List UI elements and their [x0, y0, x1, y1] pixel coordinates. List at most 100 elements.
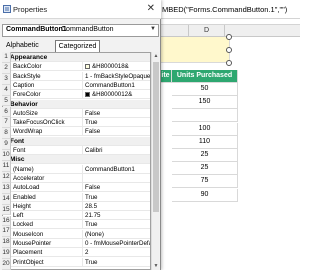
property-row[interactable]: Enabled True — [3, 192, 150, 202]
property-row[interactable]: PrintObject True — [3, 257, 150, 267]
property-grid-scrollbar[interactable]: ▲ ▼ — [151, 52, 159, 270]
property-value[interactable]: 2 — [85, 248, 150, 257]
property-name: Locked — [13, 220, 83, 230]
row-header[interactable]: 15 — [2, 204, 11, 216]
row-header[interactable]: 20 — [2, 259, 11, 270]
property-row[interactable]: AutoSize False — [3, 108, 150, 118]
property-value-text: Calibri — [85, 147, 103, 154]
property-value[interactable]: False — [85, 127, 150, 136]
units-cell[interactable]: 75 — [172, 175, 238, 189]
property-name: Placement — [13, 248, 83, 258]
property-value[interactable]: (None) — [85, 230, 150, 239]
units-cell[interactable]: 110 — [172, 135, 238, 149]
tab-alphabetic[interactable]: Alphabetic — [4, 40, 41, 52]
row-header[interactable]: 18 — [2, 237, 11, 249]
property-value[interactable] — [85, 174, 150, 183]
property-row[interactable]: BackColor &H8000018& — [3, 62, 150, 72]
resize-handle-top-right[interactable] — [226, 34, 232, 40]
header-cell-partial[interactable]: ite — [160, 70, 172, 83]
units-cell[interactable]: 25 — [172, 162, 238, 176]
units-cell[interactable]: 50 — [172, 83, 238, 96]
property-grid: ⊟AppearanceBackColor&H8000018&BackStyle1… — [2, 52, 151, 270]
property-row[interactable]: Height 28.5 — [3, 201, 150, 211]
row-header[interactable]: 6 — [2, 106, 11, 118]
property-value[interactable]: True — [85, 193, 150, 202]
property-row[interactable]: Left 21.75 — [3, 211, 150, 221]
property-row[interactable]: (Name) CommandButton1 — [3, 164, 150, 174]
property-value[interactable]: CommandButton1 — [85, 81, 150, 90]
property-value[interactable]: Calibri — [85, 146, 150, 155]
property-value[interactable]: CommandButton1 — [85, 165, 150, 174]
row-header[interactable]: 1 — [2, 52, 11, 63]
row-header[interactable]: 5 — [2, 95, 11, 107]
row-header[interactable]: 8 — [2, 128, 11, 140]
property-category[interactable]: ⊟Misc — [3, 155, 150, 165]
row-header[interactable]: 4 — [2, 84, 11, 96]
property-row[interactable]: Locked True — [3, 220, 150, 230]
property-row[interactable]: Font Calibri — [3, 146, 150, 155]
property-tabs: Alphabetic Categorized — [0, 38, 161, 52]
column-header-e[interactable] — [224, 25, 300, 37]
row-header[interactable]: 12 — [2, 171, 11, 183]
units-cell[interactable]: 25 — [172, 149, 238, 162]
chevron-down-icon[interactable]: ▼ — [150, 26, 156, 32]
scroll-up-icon[interactable]: ▲ — [152, 52, 160, 60]
property-row[interactable]: BackStyle 1 - fmBackStyleOpaque — [3, 71, 150, 81]
property-name: WordWrap — [13, 127, 83, 137]
property-value[interactable]: 28.5 — [85, 202, 150, 211]
property-row[interactable]: AutoLoad False — [3, 183, 150, 193]
row-header[interactable]: 16 — [2, 215, 11, 227]
property-category[interactable]: ⊟Behavior — [3, 99, 150, 109]
property-value-text: True — [85, 193, 98, 201]
tab-categorized[interactable]: Categorized — [55, 40, 100, 52]
row-header[interactable]: 14 — [2, 193, 11, 205]
header-cell-units[interactable]: Units Purchased — [172, 70, 238, 83]
row-header[interactable]: 11 — [2, 161, 11, 172]
resize-handle-bottom-right[interactable] — [226, 60, 232, 66]
property-value[interactable]: 0 - fmMousePointerDefault — [85, 239, 150, 248]
property-value-text: False — [85, 109, 101, 117]
property-row[interactable]: TakeFocusOnClick True — [3, 118, 150, 128]
property-value[interactable]: True — [85, 220, 150, 229]
property-value[interactable]: False — [85, 109, 150, 118]
property-value[interactable]: False — [85, 183, 150, 192]
properties-title-bar[interactable]: Properties ✕ — [0, 0, 161, 19]
property-category[interactable]: ⊟Appearance — [3, 53, 150, 62]
property-value[interactable]: True — [85, 118, 150, 127]
object-selector[interactable]: CommandButton1 CommandButton ▼ — [2, 24, 159, 37]
property-row[interactable]: Placement 2 — [3, 248, 150, 258]
row-header[interactable]: 2 — [2, 62, 11, 74]
units-cell[interactable] — [172, 109, 238, 123]
units-cell[interactable]: 100 — [172, 122, 238, 136]
row-header[interactable]: 17 — [2, 226, 11, 238]
property-row[interactable]: Caption CommandButton1 — [3, 80, 150, 90]
property-category[interactable]: ⊟Font — [3, 136, 150, 146]
row-header[interactable]: 9 — [2, 139, 11, 151]
color-swatch — [85, 64, 90, 70]
scroll-down-icon[interactable]: ▼ — [152, 262, 160, 270]
property-value[interactable]: 21.75 — [85, 211, 150, 220]
property-row[interactable]: MousePointer0 - fmMousePointerDefault — [3, 239, 150, 248]
row-header[interactable]: 19 — [2, 248, 11, 260]
property-value[interactable]: &H80000012& — [85, 90, 150, 99]
formula-text[interactable]: MBED("Forms.CommandButton.1","") — [162, 5, 287, 14]
property-value[interactable]: &H8000018& — [85, 62, 150, 71]
row-header[interactable]: 3 — [2, 73, 11, 85]
scroll-thumb[interactable] — [153, 62, 159, 212]
property-row[interactable]: MouseIcon (None) — [3, 229, 150, 239]
close-icon[interactable]: ✕ — [147, 3, 155, 15]
property-row[interactable]: Accelerator — [3, 173, 150, 183]
property-row[interactable]: ForeColor &H80000012& — [3, 90, 150, 100]
property-row[interactable]: WordWrap False — [3, 127, 150, 137]
row-header[interactable]: 7 — [2, 117, 11, 129]
units-cell[interactable]: 150 — [172, 96, 238, 110]
resize-handle-right[interactable] — [226, 47, 232, 53]
units-cell[interactable]: 90 — [172, 188, 238, 202]
property-value[interactable]: True — [85, 258, 150, 267]
column-header-d[interactable]: D — [188, 25, 224, 37]
row-header[interactable]: 13 — [2, 182, 11, 194]
command-button-preview[interactable] — [160, 37, 230, 63]
row-header[interactable]: 10 — [2, 150, 11, 161]
property-name: Enabled — [13, 192, 83, 202]
property-value[interactable]: 1 - fmBackStyleOpaque — [85, 72, 150, 81]
